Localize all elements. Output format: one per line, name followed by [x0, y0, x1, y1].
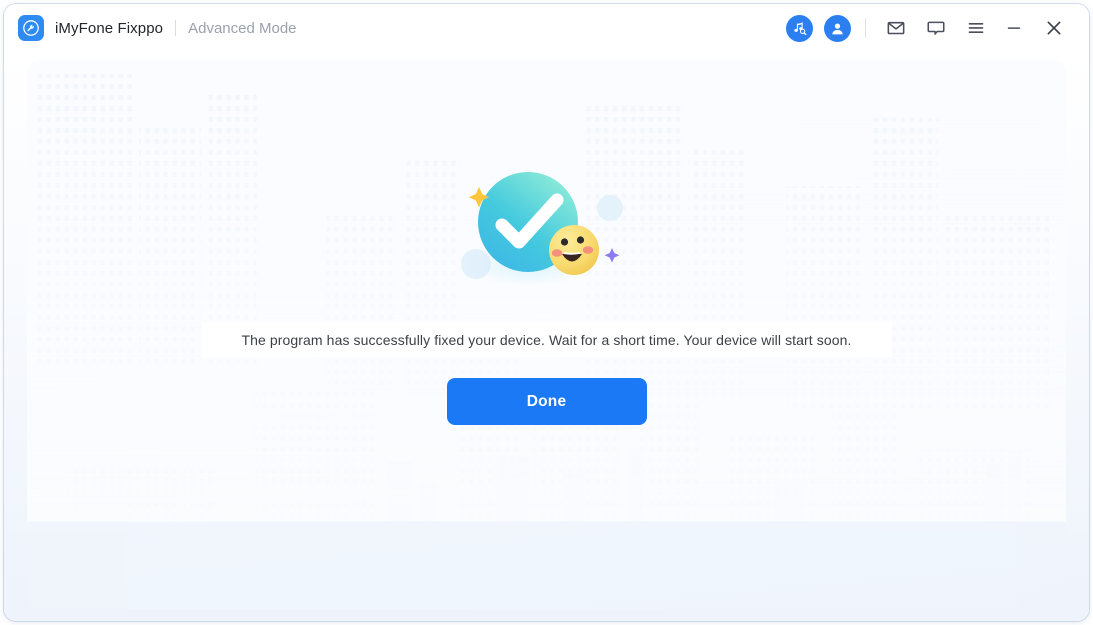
- app-logo-icon: [18, 15, 44, 41]
- mail-button[interactable]: [879, 11, 913, 45]
- close-button[interactable]: [1037, 11, 1071, 45]
- app-window: iMyFone Fixppo Advanced Mode The program…: [4, 4, 1089, 621]
- menu-button[interactable]: [959, 11, 993, 45]
- chat-feedback-button[interactable]: [919, 11, 953, 45]
- music-search-icon: [785, 14, 813, 42]
- title-bar: iMyFone Fixppo Advanced Mode: [4, 4, 1089, 52]
- status-message-band: The program has successfully fixed your …: [201, 322, 892, 357]
- content-stage: The program has successfully fixed your …: [4, 52, 1089, 621]
- status-message: The program has successfully fixed your …: [241, 331, 852, 348]
- minimize-button[interactable]: [997, 11, 1031, 45]
- mail-icon: [886, 18, 906, 38]
- chat-bubble-icon: [926, 18, 946, 38]
- user-account-button[interactable]: [820, 11, 854, 45]
- hamburger-menu-icon: [966, 18, 986, 38]
- title-divider: [175, 20, 177, 36]
- minimize-icon: [1004, 18, 1024, 38]
- done-button[interactable]: Done: [446, 378, 647, 425]
- app-title: iMyFone Fixppo: [55, 19, 164, 37]
- titlebar-actions: [782, 11, 1071, 45]
- app-mode-label: Advanced Mode: [188, 19, 297, 37]
- close-icon: [1044, 18, 1064, 38]
- success-panel: The program has successfully fixed your …: [27, 164, 1066, 425]
- music-search-button[interactable]: [782, 11, 816, 45]
- titlebar-icon-divider: [865, 18, 866, 38]
- user-account-icon: [823, 14, 851, 42]
- success-illustration: [452, 164, 642, 294]
- content-card: The program has successfully fixed your …: [27, 60, 1066, 609]
